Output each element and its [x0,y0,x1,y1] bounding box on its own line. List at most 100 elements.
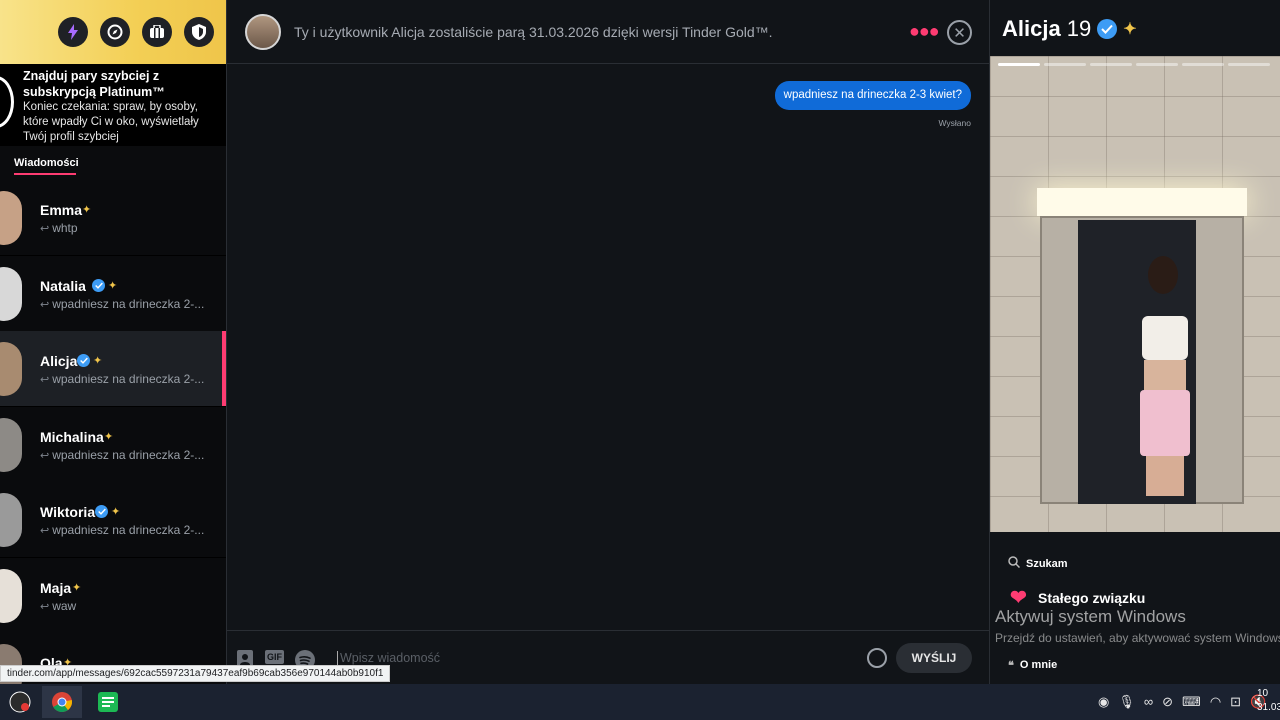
tray-app-icon[interactable]: ◉ [1098,694,1109,710]
taskbar-app-chrome[interactable] [42,686,82,718]
send-button[interactable]: WYŚLIJ [896,643,972,673]
match-avatar[interactable] [245,14,281,50]
photo-pager-segment[interactable] [1090,63,1132,66]
message-input[interactable]: Wpisz wiadomość [337,651,440,665]
conversation-snippet: ↩ wpadniesz na drineczka 2-... [40,523,204,537]
avatar [0,266,22,321]
safety-button[interactable] [184,17,214,47]
conversation-item[interactable]: Alicja ✦ ↩ wpadniesz na drineczka 2-... [0,331,226,406]
avatar [0,191,22,245]
close-chat-button[interactable]: ✕ [947,20,972,45]
explore-icon [107,24,123,40]
explore-button[interactable] [100,17,130,47]
app-green-icon [98,692,118,712]
tab-messages[interactable]: Wiadomości [14,157,79,169]
chrome-icon [52,692,73,713]
profile-name: Alicja [1002,16,1061,41]
search-icon [1008,556,1021,571]
windows-activation-subtitle: Przejdź do ustawień, aby aktywować syste… [995,631,1280,645]
conversation-name: Wiktoria [40,504,96,520]
tab-active-underline [14,173,76,175]
photo-pager [998,63,1270,66]
conversation-snippet-text: wpadniesz na drineczka 2-... [52,523,205,537]
avatar [0,417,22,472]
conversation-item[interactable]: Michalina ✦ ↩ wpadniesz na drineczka 2-... [0,406,226,482]
match-info-text: Ty i użytkownik Alicja zostaliście parą … [294,24,773,40]
link-icon[interactable]: ∞ [1144,694,1153,710]
photo-pager-segment[interactable] [1136,63,1178,66]
chat-panel: Ty i użytkownik Alicja zostaliście parą … [226,0,990,684]
conversation-badges: ✦ [72,581,81,594]
conversation-snippet: ↩ wpadniesz na drineczka 2-... [40,297,204,311]
profile-info: Szukam ❤ Stałego związku Aktywuj system … [990,532,1280,684]
photo-pager-segment[interactable] [998,63,1040,66]
gold-badge-icon: ✦ [82,204,92,216]
verified-icon [77,354,90,367]
boost-button[interactable] [58,17,88,47]
tray-muted-icon[interactable]: ⊘ [1162,694,1173,710]
more-options-icon[interactable]: ●●● [909,21,940,42]
taskbar-app-obs[interactable] [0,686,40,718]
reply-icon: ↩ [40,223,50,235]
conversation-name: Emma [40,202,83,218]
tray-network-icon[interactable]: ⊡ [1230,694,1241,710]
looking-for-value: Stałego związku [1038,590,1146,606]
conversation-item[interactable]: Wiktoria ✦ ↩ wpadniesz na drineczka 2-... [0,482,226,557]
conversation-item[interactable]: Emma ✦ ↩ whtp [0,180,226,255]
taskbar-app-green[interactable] [88,686,128,718]
photo-pager-segment[interactable] [1182,63,1224,66]
gold-badge-icon: ✦ [93,355,103,367]
gif-icon[interactable]: GIF [265,650,284,664]
avatar [0,342,22,396]
conversation-item[interactable]: Natalia ✦ ↩ wpadniesz na drineczka 2-... [0,255,226,331]
reply-icon: ↩ [40,525,50,537]
status-url-tooltip: tinder.com/app/messages/692cac5597231a79… [0,665,391,682]
profile-age: 19 [1066,16,1092,41]
quote-icon: ❝ [1008,660,1014,672]
promo-title: Znajduj pary szybciej z subskrypcją Plat… [23,69,165,99]
promo-text: Koniec czekania: spraw, by osoby, które … [23,101,199,143]
conversation-snippet: ↩ wpadniesz na drineczka 2-... [40,372,204,386]
reply-icon: ↩ [40,449,50,462]
conversation-snippet: ↩ waw [40,599,76,613]
gold-badge-icon: ✦ [108,279,118,292]
verified-icon [1097,19,1118,39]
conversation-snippet-text: waw [52,598,77,613]
system-tray: ◉ 🎙 ∞ ⊘ ⌨ ◠ ⊡ 🔇 [1098,694,1266,710]
clock-date: 31.03 [1257,702,1280,713]
photo-pager-segment[interactable] [1228,63,1270,66]
tray-keyboard-icon[interactable]: ⌨ [1182,694,1201,710]
conversation-snippet: ↩ whtp [40,221,78,235]
windows-taskbar: ◉ 🎙 ∞ ⊘ ⌨ ◠ ⊡ 🔇 10 31.03 [0,684,1280,720]
microphone-icon[interactable]: 🎙 [1118,694,1135,710]
emoji-icon[interactable] [867,648,887,668]
passport-button[interactable] [142,17,172,47]
conversation-snippet-text: whtp [52,221,78,235]
taskbar-clock[interactable]: 10 31.03 [1257,687,1280,715]
conversation-name: Maja [40,579,72,596]
windows-activation-title: Aktywuj system Windows [995,607,1186,626]
message-status: Wysłano [938,118,971,128]
close-icon: ✕ [953,24,966,42]
profile-photo[interactable] [990,56,1280,532]
clock-time: 10 [1257,688,1269,699]
chat-header: Ty i użytkownik Alicja zostaliście parą … [227,0,989,64]
photo-pager-segment[interactable] [1044,63,1086,66]
avatar [0,493,22,547]
gold-badge-icon: ✦ [1123,21,1137,38]
conversation-badges: ✦ [104,430,113,443]
conversation-snippet-text: wpadniesz na drineczka 2-... [52,296,205,311]
platinum-promo[interactable]: Znajduj pary szybciej z subskrypcją Plat… [0,64,226,146]
message-bubble[interactable]: wpadniesz na drineczka 2-3 kwiet? [774,81,971,110]
gold-badge-icon: ✦ [111,506,121,518]
conversation-item[interactable]: Maja ✦ ↩ waw [0,557,226,633]
tinder-app: Znajduj pary szybciej z subskrypcją Plat… [0,0,1280,684]
looking-for-label: Szukam [1026,557,1068,570]
conversation-name: Alicja [40,353,78,369]
boost-icon [68,24,78,40]
reply-icon: ↩ [40,600,50,613]
wifi-icon[interactable]: ◠ [1210,694,1221,710]
conversation-badges: ✦ [92,278,118,292]
conversation-name: Natalia [40,277,86,294]
looking-for-value-row: ❤ Stałego związku [1010,588,1146,608]
